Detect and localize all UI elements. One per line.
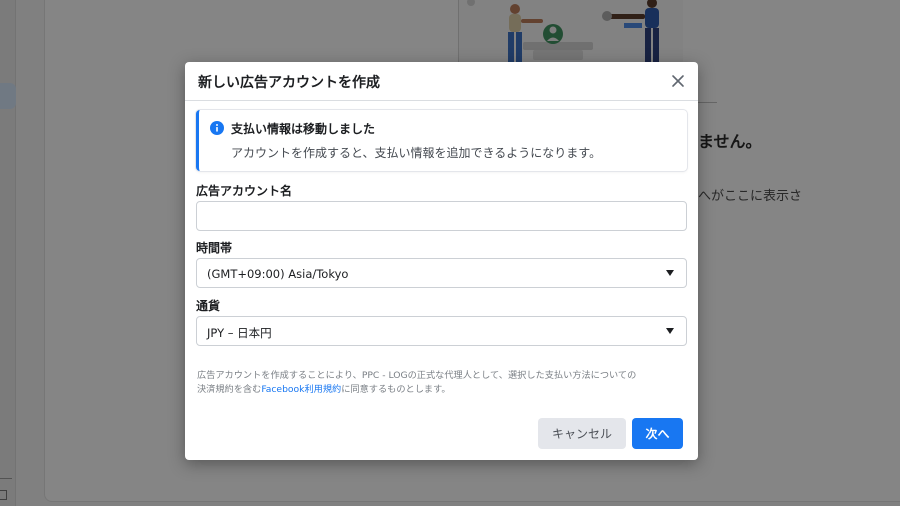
- chevron-down-icon: [666, 270, 674, 276]
- timezone-label: 時間帯: [196, 241, 233, 255]
- account-name-input[interactable]: [196, 201, 687, 231]
- chevron-down-icon: [666, 328, 674, 334]
- timezone-select[interactable]: (GMT+09:00) Asia/Tokyo: [196, 258, 687, 288]
- close-button[interactable]: [670, 73, 686, 89]
- notice-title: 支払い情報は移動しました: [231, 122, 376, 136]
- account-name-label: 広告アカウント名: [196, 184, 293, 198]
- timezone-selected-value: (GMT+09:00) Asia/Tokyo: [207, 267, 349, 281]
- currency-selected-value: JPY – 日本円: [207, 326, 272, 340]
- cancel-button[interactable]: キャンセル: [538, 418, 626, 449]
- facebook-terms-link[interactable]: Facebook利用規約: [261, 384, 341, 395]
- currency-select[interactable]: JPY – 日本円: [196, 316, 687, 346]
- terms-text: 広告アカウントを作成することにより、PPC - LOGの正式な代理人として、選択…: [197, 369, 692, 397]
- notice-description: アカウントを作成すると、支払い情報を追加できるようになります。: [231, 146, 602, 160]
- terms-line-2-prefix: 決済規約を含む: [197, 384, 262, 395]
- dialog-title: 新しい広告アカウントを作成: [198, 75, 380, 91]
- create-ad-account-dialog: 新しい広告アカウントを作成 支払い情報は移動しました アカウントを作成すると、支…: [185, 62, 698, 460]
- terms-line-1: 広告アカウントを作成することにより、PPC - LOGの正式な代理人として、選択…: [197, 370, 637, 381]
- close-icon: [672, 75, 684, 87]
- currency-label: 通貨: [196, 299, 221, 313]
- dialog-header: 新しい広告アカウントを作成: [185, 62, 698, 101]
- terms-line-2-suffix: に同意するものとします。: [341, 384, 451, 395]
- next-button[interactable]: 次へ: [632, 418, 683, 449]
- info-icon: [210, 121, 224, 135]
- terms-line-2: 決済規約を含むFacebook利用規約に同意するものとします。: [197, 383, 692, 397]
- payment-info-notice: 支払い情報は移動しました アカウントを作成すると、支払い情報を追加できるようにな…: [196, 110, 687, 171]
